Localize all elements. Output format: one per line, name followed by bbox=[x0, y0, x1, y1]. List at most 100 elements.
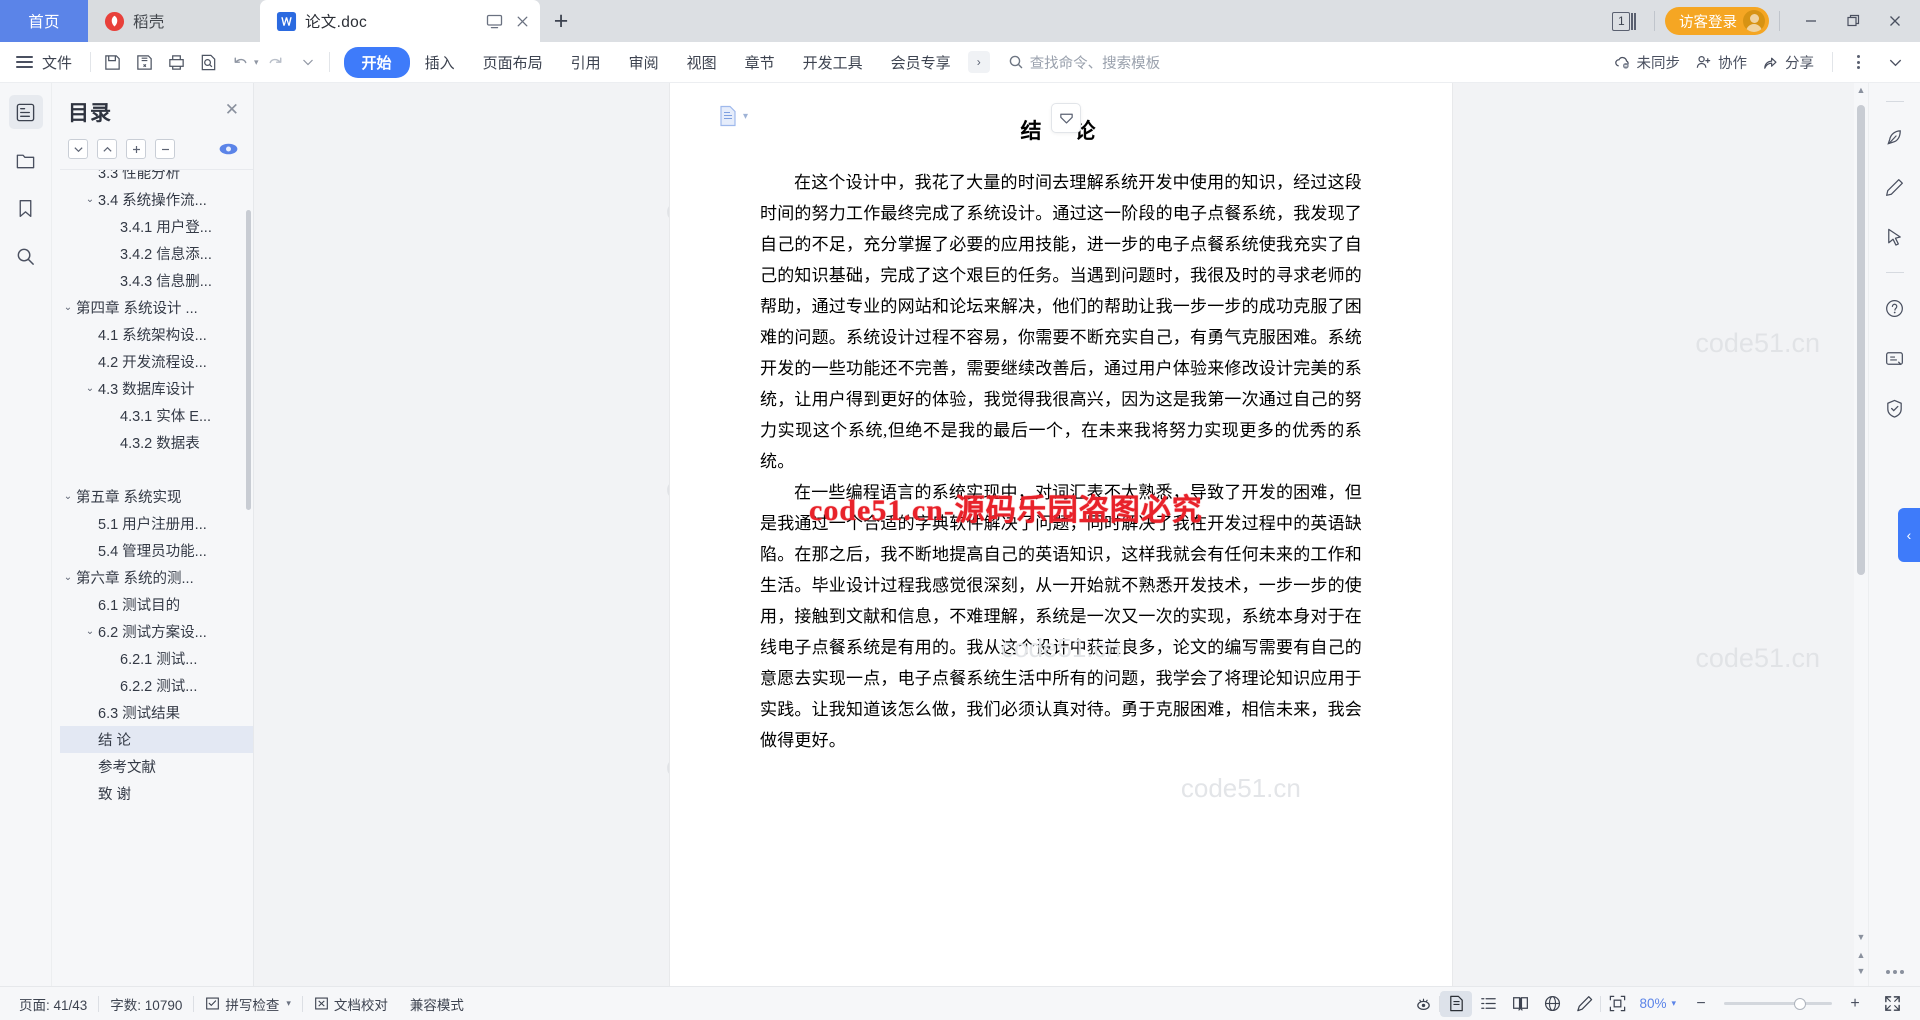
tab-insert[interactable]: 插入 bbox=[412, 47, 468, 78]
previous-page-icon[interactable]: ▲ bbox=[1854, 948, 1868, 962]
toc-item[interactable]: 3.3 性能分析 bbox=[60, 170, 253, 186]
toc-item[interactable]: 3.4.3 信息删... bbox=[60, 267, 253, 294]
chevron-down-icon[interactable]: ⌄ bbox=[60, 572, 76, 583]
tab-docer[interactable]: 稻壳 bbox=[88, 0, 260, 42]
reading-view-icon[interactable] bbox=[1504, 991, 1536, 1017]
tab-start[interactable]: 开始 bbox=[343, 46, 410, 78]
next-page-icon[interactable]: ▼ bbox=[1854, 964, 1868, 978]
tab-close-icon[interactable] bbox=[515, 14, 530, 29]
sync-status-button[interactable]: 未同步 bbox=[1613, 52, 1680, 73]
more-tabs-icon[interactable]: › bbox=[967, 51, 990, 73]
eye-care-icon[interactable] bbox=[1407, 991, 1439, 1017]
page-tools-button[interactable] bbox=[1051, 103, 1081, 133]
toc-item[interactable]: 6.2.2 测试... bbox=[60, 672, 253, 699]
tab-references[interactable]: 引用 bbox=[558, 47, 614, 78]
chevron-down-icon[interactable]: ⌄ bbox=[60, 302, 76, 313]
zoom-track[interactable] bbox=[1724, 997, 1832, 1010]
proofread-button[interactable]: 文档校对 bbox=[303, 994, 399, 1014]
word-count[interactable]: 字数: 10790 bbox=[99, 994, 193, 1014]
file-menu-button[interactable]: 文件 bbox=[0, 52, 86, 73]
toc-item[interactable]: 6.1 测试目的 bbox=[60, 591, 253, 618]
collaborate-button[interactable]: 协作 bbox=[1694, 52, 1747, 73]
redo-icon[interactable] bbox=[261, 47, 291, 77]
toc-scrollbar[interactable] bbox=[246, 210, 251, 510]
zoom-out-button[interactable]: − bbox=[1688, 991, 1714, 1017]
tab-review[interactable]: 审阅 bbox=[616, 47, 672, 78]
outline-view-icon[interactable] bbox=[1472, 991, 1504, 1017]
new-tab-button[interactable]: + bbox=[540, 0, 582, 42]
toc-item[interactable]: 4.3.2 数据表 bbox=[60, 429, 253, 456]
tab-screen-icon[interactable] bbox=[486, 13, 503, 30]
spellcheck-button[interactable]: 拼写检查 ▾ bbox=[194, 994, 302, 1014]
toc-item[interactable]: 4.2 开发流程设... bbox=[60, 348, 253, 375]
folder-icon[interactable] bbox=[9, 143, 43, 177]
search-command-box[interactable]: 查找命令、搜索模板 bbox=[1008, 52, 1160, 73]
toc-list-container[interactable]: 3.3 性能分析 ⌄ 3.4 系统操作流... 3.4.1 用户登... 3.4.2 信… bbox=[60, 169, 253, 986]
cursor-icon[interactable] bbox=[1880, 222, 1910, 252]
toc-item[interactable]: 6.2.1 测试... bbox=[60, 645, 253, 672]
scroll-up-icon[interactable]: ▲ bbox=[1854, 83, 1868, 97]
toc-item[interactable]: 结 论 bbox=[60, 726, 253, 753]
toc-item[interactable]: 5.4 管理员功能... bbox=[60, 537, 253, 564]
document-scrollbar[interactable]: ▲ ▼ ▲ ▼ bbox=[1854, 83, 1868, 986]
scrollbar-thumb[interactable] bbox=[1857, 105, 1865, 575]
page-view-icon[interactable] bbox=[1440, 990, 1473, 1017]
tab-home[interactable]: 首页 bbox=[0, 0, 88, 42]
feather-icon[interactable] bbox=[1880, 122, 1910, 152]
save-icon[interactable] bbox=[97, 47, 127, 77]
chevron-down-icon[interactable]: ▾ bbox=[1671, 998, 1676, 1009]
plus-icon[interactable] bbox=[126, 139, 146, 159]
toc-item[interactable]: 4.1 系统架构设... bbox=[60, 321, 253, 348]
page-indicator[interactable]: 页面: 41/43 bbox=[8, 994, 98, 1014]
repair-icon[interactable] bbox=[1880, 343, 1910, 373]
tab-member-exclusive[interactable]: 会员专享 bbox=[878, 47, 964, 78]
print-preview-icon[interactable] bbox=[193, 47, 223, 77]
collapse-up-icon[interactable] bbox=[97, 139, 117, 159]
toc-item[interactable]: 5.1 用户注册用... bbox=[60, 510, 253, 537]
guest-login-button[interactable]: 访客登录 bbox=[1665, 7, 1769, 35]
fit-page-icon[interactable] bbox=[1601, 991, 1633, 1017]
tab-document[interactable]: 论文.doc bbox=[260, 0, 540, 42]
zoom-knob[interactable] bbox=[1794, 997, 1806, 1010]
save-as-icon[interactable] bbox=[129, 47, 159, 77]
document-pane[interactable]: code51.cn code51.cn code51.cn ▾ 结 论 在这个设… bbox=[254, 83, 1868, 986]
search-icon[interactable] bbox=[9, 239, 43, 273]
chevron-down-icon[interactable]: ⌄ bbox=[82, 383, 98, 394]
chevron-down-icon[interactable]: ⌄ bbox=[82, 626, 98, 637]
zoom-in-button[interactable]: + bbox=[1842, 991, 1868, 1017]
toc-item[interactable]: 3.4.2 信息添... bbox=[60, 240, 253, 267]
minimize-button[interactable] bbox=[1790, 0, 1832, 42]
tab-developer-tools[interactable]: 开发工具 bbox=[790, 47, 876, 78]
bookmark-icon[interactable] bbox=[9, 191, 43, 225]
undo-icon[interactable] bbox=[225, 47, 255, 77]
chevron-down-icon[interactable]: ▾ bbox=[286, 998, 291, 1009]
collapse-ribbon-icon[interactable] bbox=[1880, 47, 1910, 77]
chevron-down-icon[interactable]: ▾ bbox=[743, 111, 748, 122]
fullscreen-icon[interactable] bbox=[1876, 991, 1908, 1017]
help-icon[interactable] bbox=[1880, 293, 1910, 323]
toc-item[interactable]: 4.3.1 实体 E... bbox=[60, 402, 253, 429]
toc-item[interactable]: 6.3 测试结果 bbox=[60, 699, 253, 726]
undo-dropdown-icon[interactable]: ▾ bbox=[254, 57, 259, 68]
toc-icon[interactable] bbox=[8, 95, 43, 129]
web-view-icon[interactable] bbox=[1536, 991, 1568, 1017]
tab-view[interactable]: 视图 bbox=[674, 47, 730, 78]
toc-item[interactable]: ⌄ 4.3 数据库设计 bbox=[60, 375, 253, 402]
scroll-down-icon[interactable]: ▼ bbox=[1854, 930, 1868, 944]
chevron-down-icon[interactable]: ⌄ bbox=[60, 491, 76, 502]
edit-view-icon[interactable] bbox=[1568, 991, 1600, 1017]
document-page[interactable]: ▾ 结 论 在这个设计中，我花了大量的时间去理解系统开发中使用的知识，经过这段时… bbox=[670, 83, 1452, 986]
pen-icon[interactable] bbox=[1880, 172, 1910, 202]
chevron-down-icon[interactable]: ⌄ bbox=[82, 194, 98, 205]
toc-item[interactable]: ⌄ 第六章 系统的测... bbox=[60, 564, 253, 591]
close-button[interactable] bbox=[1874, 0, 1916, 42]
right-rail-more-icon[interactable] bbox=[1885, 970, 1904, 974]
collapse-panel-button[interactable]: ‹ bbox=[1898, 507, 1920, 562]
toc-item[interactable]: 致 谢 bbox=[60, 780, 253, 807]
toc-item[interactable]: ⌄ 3.4 系统操作流... bbox=[60, 186, 253, 213]
minus-icon[interactable] bbox=[155, 139, 175, 159]
customize-toolbar-icon[interactable] bbox=[293, 47, 323, 77]
toc-item[interactable]: 3.4.1 用户登... bbox=[60, 213, 253, 240]
page-style-icon[interactable]: ▾ bbox=[718, 105, 748, 127]
print-icon[interactable] bbox=[161, 47, 191, 77]
